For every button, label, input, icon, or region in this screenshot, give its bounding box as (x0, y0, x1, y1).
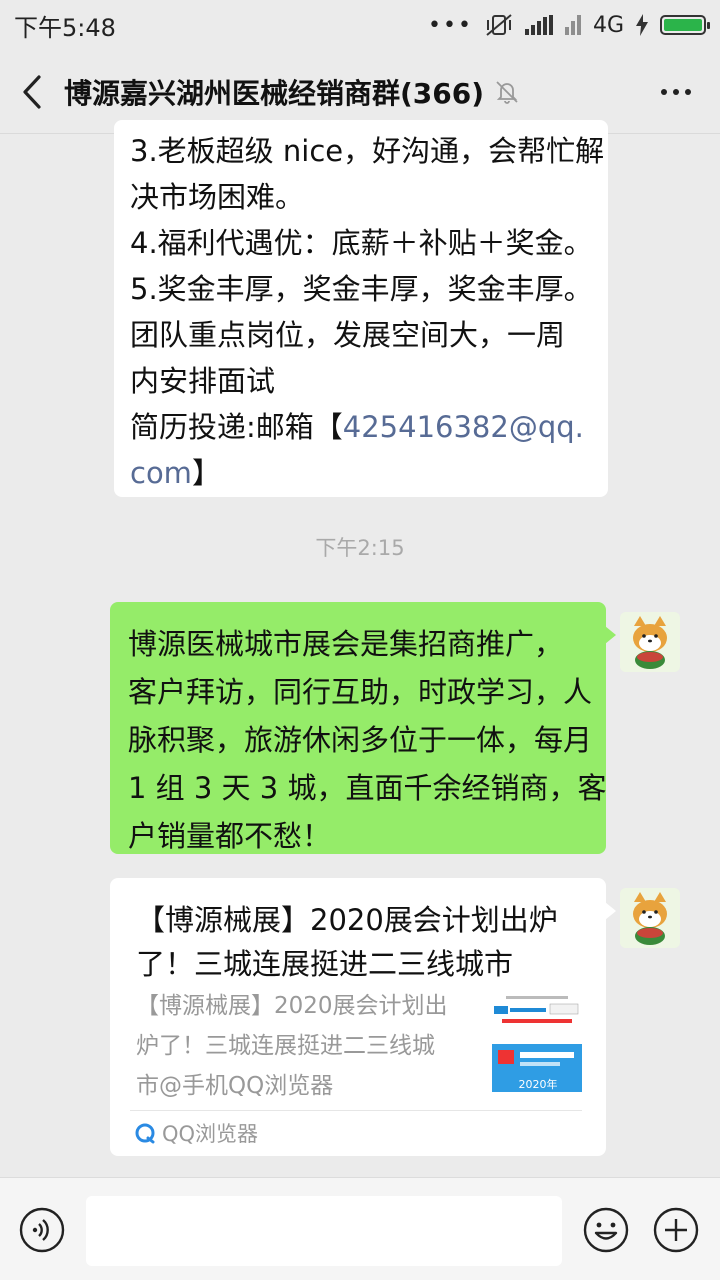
battery-icon (660, 15, 710, 35)
message-line: 简历投递:邮箱【425416382@qq. (130, 404, 592, 450)
message-line: com】 (130, 450, 592, 496)
message-line: 决市场困难。 (130, 180, 305, 214)
message-line: 5.奖金丰厚，奖金丰厚，奖金丰厚。 (130, 272, 593, 306)
card-title: 【博源械展】2020展会计划出炉 了！三城连展挺进二三线城市 (136, 898, 576, 986)
status-time: 下午5:48 (14, 13, 116, 42)
email-link[interactable]: com (130, 456, 192, 490)
more-options-button[interactable] (654, 72, 698, 112)
card-source: QQ浏览器 (134, 1118, 258, 1148)
email-prefix: 简历投递:邮箱【 (130, 410, 343, 444)
shiba-dog-icon (620, 612, 680, 672)
input-bar (0, 1177, 720, 1280)
card-source-label: QQ浏览器 (162, 1122, 259, 1146)
message-line: 4.福利代遇优：底薪＋补贴＋奖金。 (130, 226, 593, 260)
card-desc-line: 【博源械展】2020展会计划出 (136, 993, 448, 1019)
chat-title: 博源嘉兴湖州医械经销商群(366) (64, 76, 485, 110)
shiba-dog-icon (620, 888, 680, 948)
link-card[interactable]: 【博源械展】2020展会计划出炉 了！三城连展挺进二三线城市 【博源械展】202… (110, 878, 616, 1156)
emoji-icon (583, 1207, 629, 1253)
more-functions-button[interactable] (652, 1206, 700, 1254)
signal-icon (524, 15, 553, 35)
qq-browser-icon (135, 1123, 155, 1144)
message-line: 脉积聚，旅游休闲多位于一体，每月 (128, 723, 593, 757)
plus-circle-icon (653, 1207, 699, 1253)
more-dot (685, 89, 691, 95)
thumb-year: 2020年 (519, 1077, 558, 1091)
back-button[interactable] (0, 50, 64, 134)
emoji-button[interactable] (582, 1206, 630, 1254)
bell-off-icon (496, 80, 518, 104)
charging-icon (636, 14, 648, 36)
card-title-line: 【博源械展】2020展会计划出炉 (136, 903, 558, 937)
chevron-left-icon (23, 74, 41, 109)
card-desc-line: 炉了！三城连展挺进二三线城 (136, 1033, 435, 1059)
more-dot (673, 89, 679, 95)
avatar[interactable] (620, 888, 680, 948)
signal-weak-icon (564, 15, 581, 35)
card-thumbnail: 2020年 (492, 992, 582, 1092)
dots-icon: ••• (428, 12, 473, 38)
email-link[interactable]: 425416382@qq. (343, 410, 584, 444)
message-line: 客户拜访，同行互助，时政学习，人 (128, 675, 593, 709)
vibrate-off-icon (486, 14, 512, 36)
card-description: 【博源械展】2020展会计划出 炉了！三城连展挺进二三线城 市@手机QQ浏览器 (136, 986, 466, 1106)
voice-button[interactable] (18, 1206, 66, 1254)
message-line: 博源医械城市展会是集招商推广， (128, 627, 564, 661)
message-line: 户销量都不愁！ (128, 819, 332, 853)
more-dot (661, 89, 667, 95)
status-bar: 下午5:48 ••• 4G (0, 0, 720, 50)
network-label: 4G (592, 12, 624, 38)
message-line: 1 组 3 天 3 城，直面千余经销商，客 (128, 771, 607, 805)
avatar[interactable] (620, 612, 680, 672)
card-title-line: 了！三城连展挺进二三线城市 (136, 947, 514, 981)
message-line: 内安排面试 (130, 364, 276, 398)
received-message[interactable]: 3.老板超级 nice，好沟通，会帮忙解 决市场困难。 4.福利代遇优：底薪＋补… (114, 120, 608, 497)
card-divider (130, 1110, 582, 1111)
message-line: 团队重点岗位，发展空间大，一周 (130, 318, 566, 352)
card-desc-line: 市@手机QQ浏览器 (136, 1073, 334, 1099)
message-line: 3.老板超级 nice，好沟通，会帮忙解 (130, 134, 605, 168)
sent-message[interactable]: 博源医械城市展会是集招商推广， 客户拜访，同行互助，时政学习，人 脉积聚，旅游休… (110, 602, 616, 854)
status-icons: ••• 4G (428, 12, 710, 38)
message-input[interactable] (86, 1196, 562, 1266)
email-suffix: 】 (191, 456, 221, 490)
message-timestamp: 下午2:15 (315, 536, 405, 560)
expo-poster-image: 2020年 (492, 992, 582, 1092)
voice-icon (19, 1207, 65, 1253)
